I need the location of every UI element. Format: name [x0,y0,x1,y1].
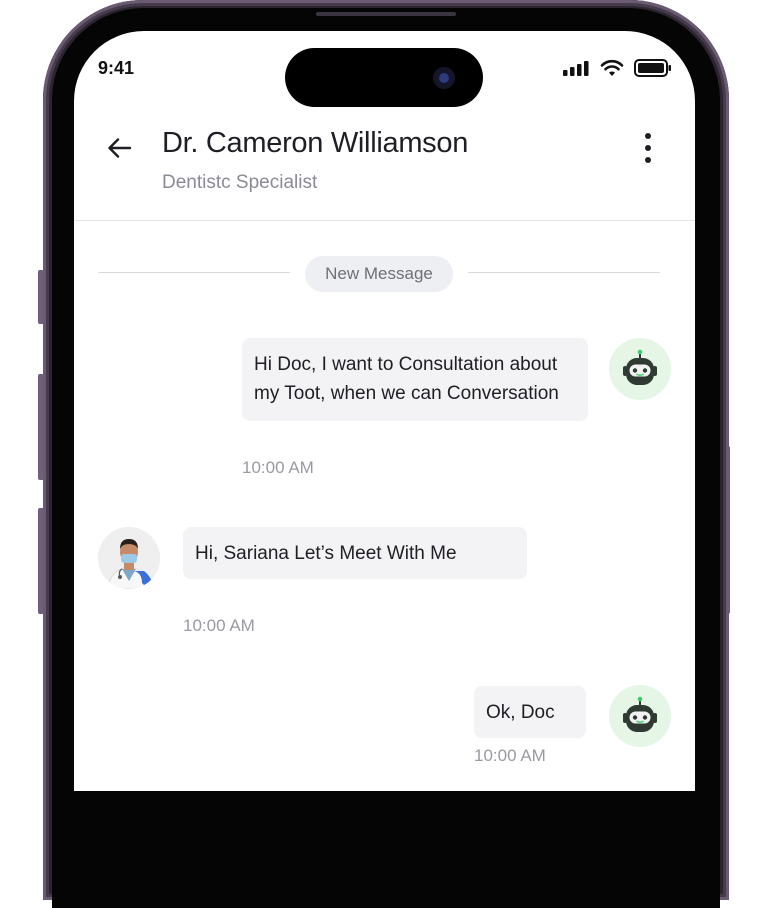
chat-screen: 9:41 Dr. Cameron Williamson Dentistc Spe… [74,31,695,791]
more-vertical-icon [645,133,651,163]
new-message-badge: New Message [305,256,453,292]
user-avatar [609,685,671,747]
back-button[interactable] [104,131,136,163]
status-time: 9:41 [98,58,135,78]
message-time: 10:00 AM [474,746,546,765]
page-title: Dr. Cameron Williamson [162,127,469,159]
more-button[interactable] [632,131,664,165]
user-avatar [609,338,671,400]
earpiece [316,12,456,16]
message-time: 10:00 AM [242,458,314,477]
robot-icon [623,349,657,385]
wifi-icon [600,59,624,76]
arrow-left-icon [108,138,132,158]
message-bubble-incoming: Hi, Sariana Let’s Meet With Me [183,527,527,579]
signal-icon [563,61,589,76]
message-bubble-outgoing: Hi Doc, I want to Consultation about my … [242,338,588,421]
status-icons [562,59,672,77]
camera-lens [433,67,455,89]
separator-line-right [468,272,660,273]
message-bubble-outgoing: Ok, Doc [474,686,586,738]
doctor-avatar [98,527,160,589]
message-time: 10:00 AM [183,616,255,635]
doctor-avatar-image [98,527,160,589]
robot-icon [623,696,657,732]
battery-icon [634,59,671,77]
page-subtitle: Dentistc Specialist [162,172,318,193]
separator-line-left [98,272,290,273]
header-divider [74,220,695,221]
